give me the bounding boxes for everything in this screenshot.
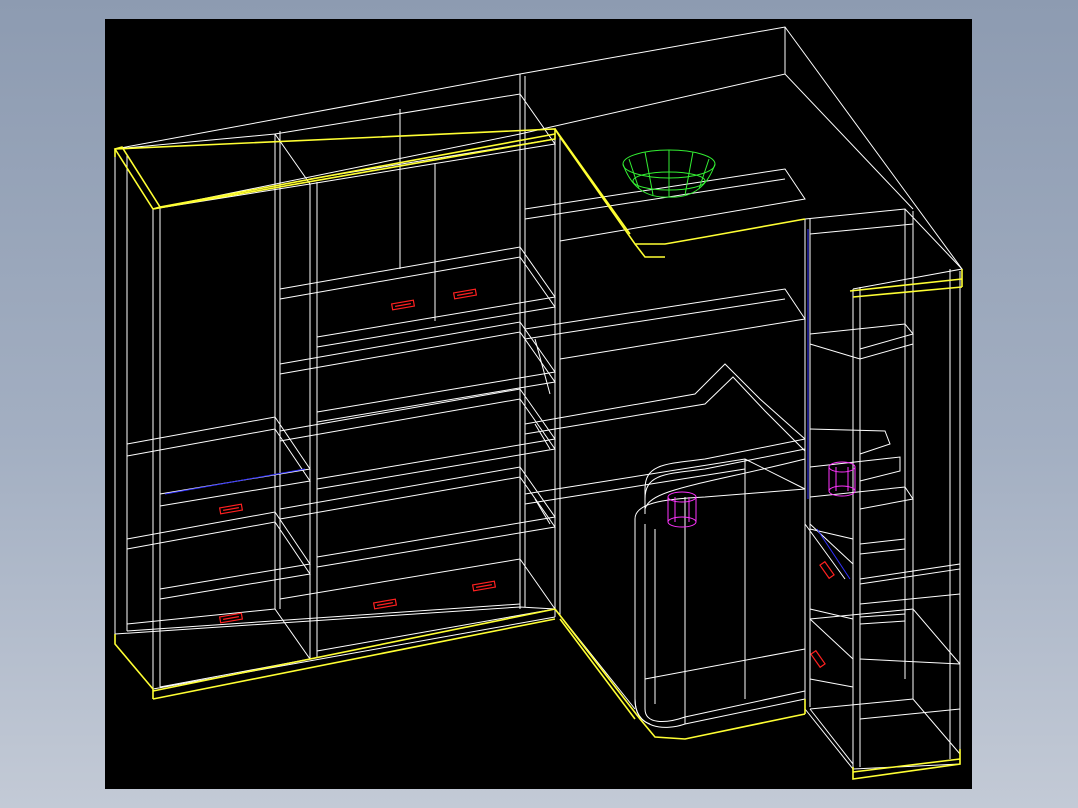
cad-viewport[interactable] — [105, 19, 972, 789]
drawer-handle-icon — [811, 651, 825, 668]
highlighted-edges — [115, 129, 962, 779]
wireframe-drawing — [105, 19, 972, 789]
cylinder-icons — [668, 462, 855, 527]
hidden-edges — [165, 229, 850, 579]
drawer-handle-icon — [820, 562, 834, 579]
drawer-handle-icon — [392, 300, 415, 310]
cylinder-icon — [829, 462, 855, 496]
drawer-handle-icon — [374, 599, 397, 609]
drawer-handle-icon — [473, 581, 496, 591]
bowl-icon — [623, 150, 715, 197]
cabinet-wireframe — [115, 27, 962, 769]
drawer-handle-icon — [220, 504, 243, 514]
drawer-handles — [220, 289, 834, 667]
drawer-handle-icon — [454, 289, 477, 299]
top-outline — [115, 27, 962, 269]
